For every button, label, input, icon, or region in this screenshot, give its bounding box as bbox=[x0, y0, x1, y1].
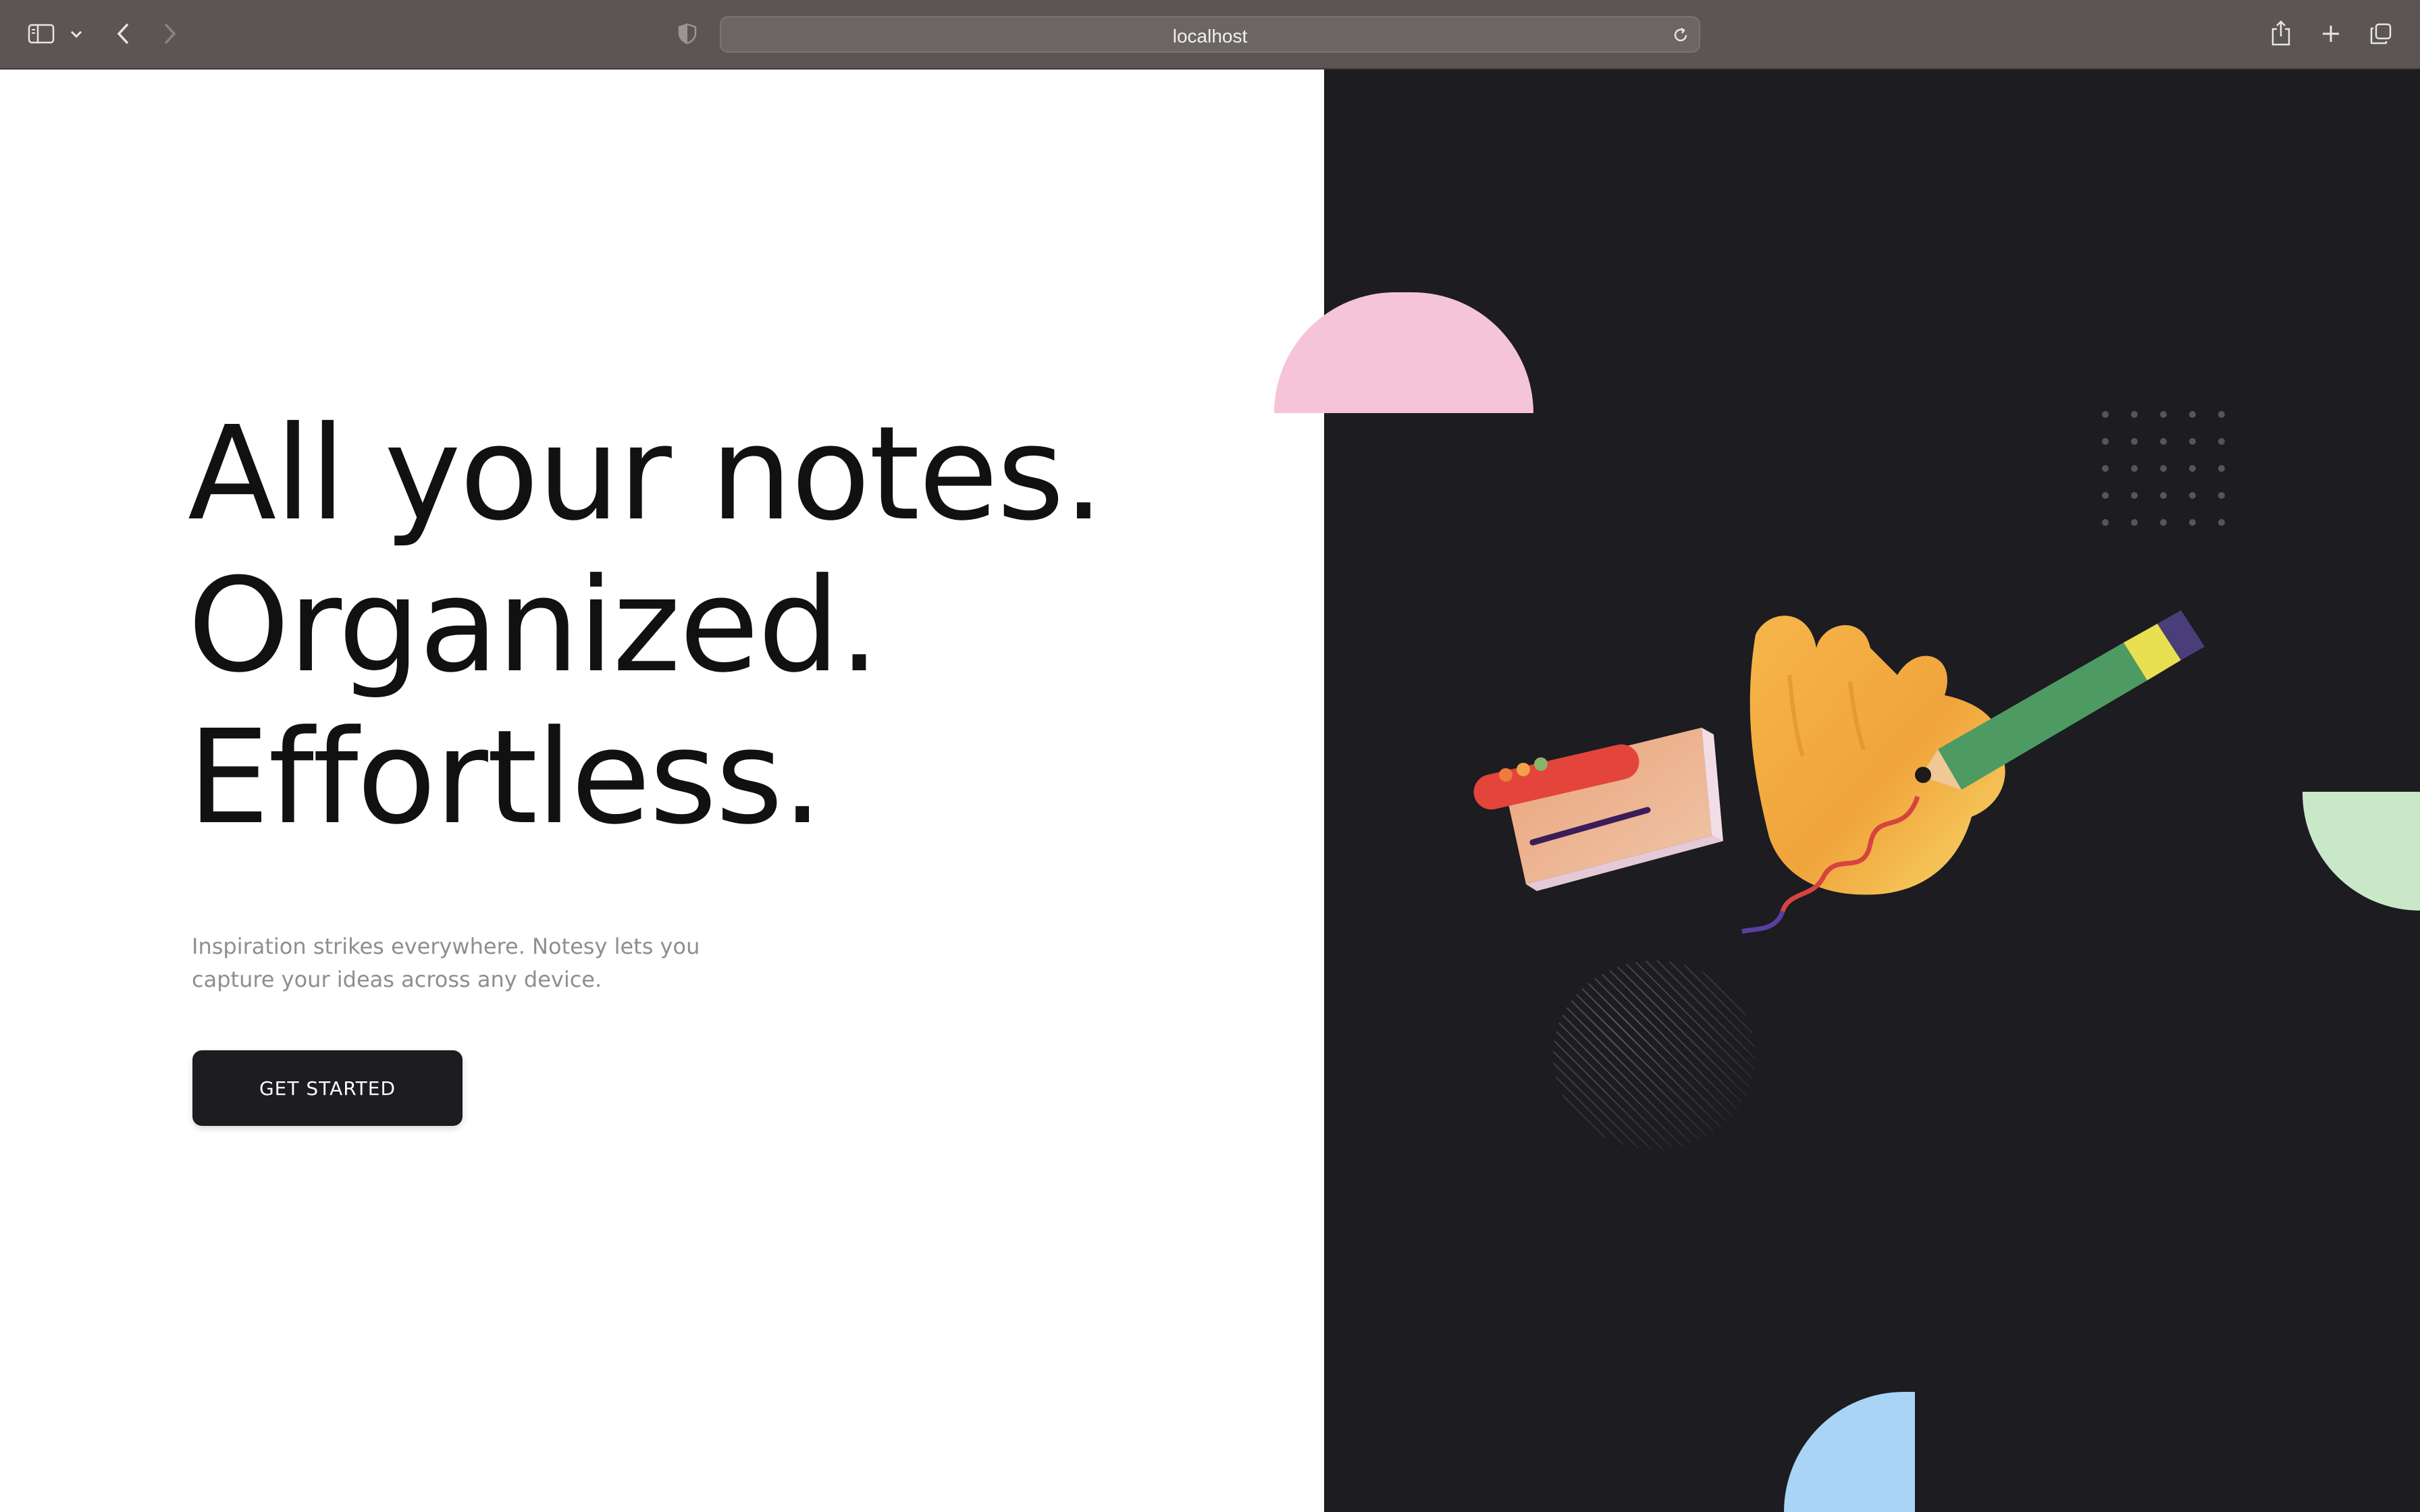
headline-line-3: Effortless. bbox=[188, 703, 823, 853]
hero-subtitle: Inspiration strikes everywhere. Notesy l… bbox=[192, 934, 700, 992]
hero-headline: All your notes. Organized. Effortless. bbox=[188, 398, 1104, 854]
plus-icon[interactable] bbox=[2317, 20, 2344, 47]
hero-text-panel: All your notes. Organized. Effortless. I… bbox=[0, 70, 1324, 1512]
chevron-down-icon[interactable] bbox=[66, 24, 86, 45]
sidebar-icon[interactable] bbox=[26, 20, 57, 47]
hand-with-pencil-illustration bbox=[1472, 594, 2235, 1015]
headline-line-1: All your notes. bbox=[188, 399, 1104, 549]
headline-line-2: Organized. bbox=[188, 551, 880, 701]
reload-icon[interactable] bbox=[1671, 25, 1691, 45]
browser-toolbar: localhost bbox=[0, 0, 2420, 70]
shield-icon[interactable] bbox=[674, 20, 701, 47]
dot-grid-decoration bbox=[2100, 409, 2235, 533]
note-card-shape bbox=[1473, 728, 1723, 891]
tab-overview-icon[interactable] bbox=[2367, 20, 2394, 47]
get-started-button[interactable]: GET STARTED bbox=[192, 1050, 463, 1126]
share-icon[interactable] bbox=[2267, 18, 2294, 49]
address-bar[interactable]: localhost bbox=[720, 16, 1700, 53]
url-text: localhost bbox=[1172, 26, 1248, 47]
back-arrow-icon[interactable] bbox=[109, 20, 136, 47]
forward-arrow-icon[interactable] bbox=[157, 20, 184, 47]
